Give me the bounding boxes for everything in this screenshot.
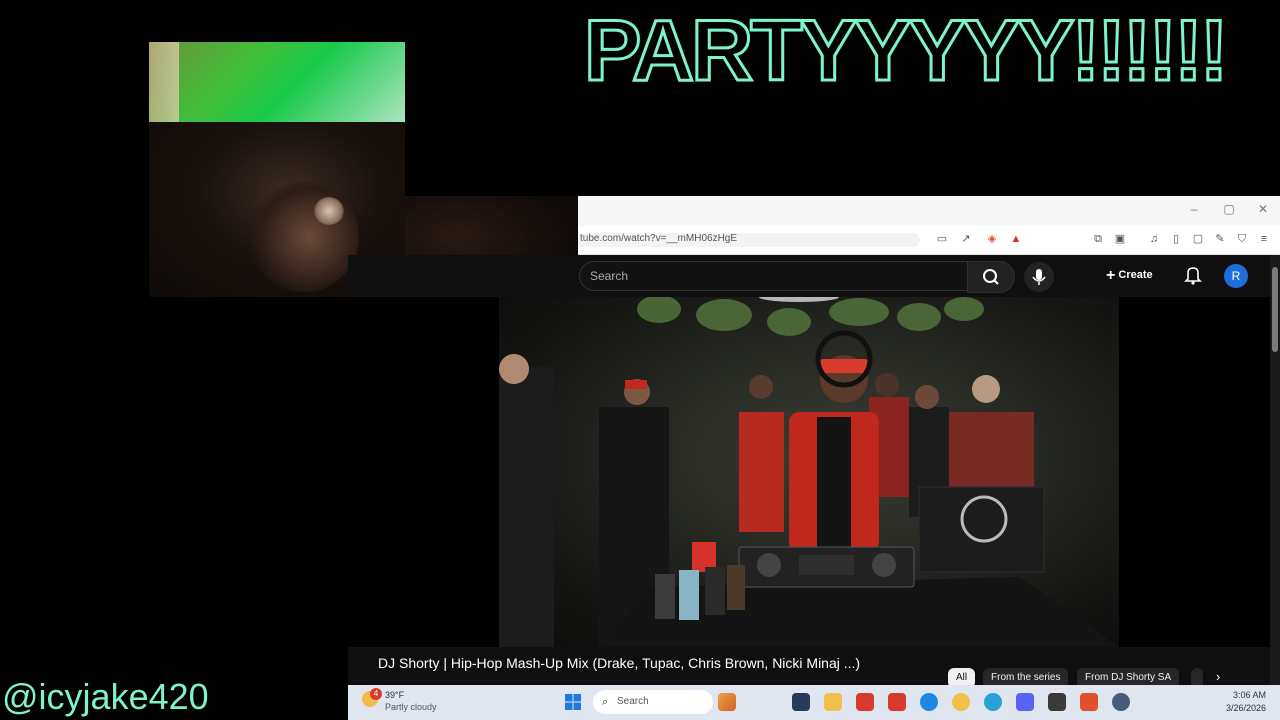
edge-icon[interactable] <box>920 693 938 711</box>
music-icon[interactable]: ♫ <box>1148 233 1160 245</box>
settings-icon[interactable] <box>1112 693 1130 711</box>
weather-badge: 4 <box>370 688 382 700</box>
youtube-header: Search + Create R <box>348 255 1280 297</box>
telegram-icon[interactable] <box>984 693 1002 711</box>
address-bar: tube.com/watch?v=__mMH06zHgE ▭ ↗ ◈ ▲ ⧉ ▣… <box>578 226 1280 255</box>
menu-icon[interactable]: ≡ <box>1258 233 1270 245</box>
bell-icon <box>1184 267 1202 285</box>
video-frame[interactable] <box>499 297 1119 647</box>
minimize-button[interactable]: – <box>1184 202 1204 216</box>
weather-description: Partly cloudy <box>385 702 437 712</box>
brave-icon[interactable] <box>1080 693 1098 711</box>
can <box>727 565 745 610</box>
chrome-icon[interactable] <box>952 693 970 711</box>
webcam-light-blob <box>314 197 344 225</box>
streamer-handle: @icyjake420 <box>2 676 209 717</box>
notifications-button[interactable] <box>1184 265 1202 285</box>
ceiling-lamp <box>759 297 839 302</box>
share-icon[interactable]: ↗ <box>960 233 972 245</box>
overlay-title: PARTYYYYY!!!!!! <box>582 2 1229 99</box>
search-button[interactable] <box>967 261 1015 293</box>
brave-shield-icon[interactable]: ◈ <box>986 233 998 245</box>
search-icon <box>983 269 999 285</box>
dj <box>789 330 879 552</box>
sidebar-icon[interactable]: ▯ <box>1170 233 1182 245</box>
app-icon[interactable] <box>1048 693 1066 711</box>
taskbar: 4 39°F Partly cloudy Search ⌕ 3:06 AM 3/… <box>348 685 1280 720</box>
extensions-icon[interactable]: ⧉ <box>1092 233 1104 245</box>
clock-time[interactable]: 3:06 AM <box>1233 690 1266 700</box>
plus-icon: + <box>1106 267 1116 284</box>
task-view-icon[interactable] <box>792 693 810 711</box>
account-avatar[interactable]: R <box>1224 264 1248 288</box>
reader-icon[interactable]: ▣ <box>1114 233 1126 245</box>
app-l-icon[interactable] <box>856 693 874 711</box>
taskbar-search[interactable]: Search <box>593 690 713 714</box>
file-explorer-icon[interactable] <box>824 693 842 711</box>
microphone-icon <box>1032 269 1046 285</box>
start-button[interactable] <box>564 693 582 711</box>
maximize-button[interactable]: ▢ <box>1219 202 1239 216</box>
brave-rewards-icon[interactable]: ▲ <box>1010 233 1022 245</box>
cast-icon[interactable]: ▭ <box>936 233 948 245</box>
copilot-icon[interactable] <box>718 693 736 711</box>
clock-date[interactable]: 3/26/2026 <box>1226 703 1266 713</box>
create-label: Create <box>1118 269 1153 281</box>
create-button[interactable]: + Create <box>1106 263 1164 287</box>
chevron-right-icon[interactable]: › <box>1216 669 1220 684</box>
webcam-person <box>249 182 359 292</box>
search-placeholder: Search <box>617 696 649 707</box>
can <box>679 570 699 620</box>
webcam-window-frame <box>149 42 179 132</box>
vpn-icon[interactable]: ⛉ <box>1236 233 1248 245</box>
browser-titlebar: – ▢ ✕ <box>578 196 1280 226</box>
hanging-plants <box>637 297 984 336</box>
booth-sign <box>918 486 1045 573</box>
video-title: DJ Shorty | Hip-Hop Mash-Up Mix (Drake, … <box>378 655 861 671</box>
edit-icon[interactable]: ✎ <box>1214 233 1226 245</box>
url-field[interactable]: tube.com/watch?v=__mMH06zHgE <box>578 233 920 247</box>
dj-scene <box>499 297 1119 647</box>
search-input[interactable]: Search <box>579 261 979 291</box>
youtube-page: Search + Create R DJ Shorty | Hip-Hop Ma… <box>348 255 1280 688</box>
can <box>655 574 675 619</box>
tabs-icon[interactable]: ▢ <box>1192 233 1204 245</box>
webcam-background-screen <box>149 42 405 132</box>
windows-icon <box>565 694 581 710</box>
weather-temperature: 39°F <box>385 690 405 700</box>
search-icon: ⌕ <box>602 696 609 708</box>
page-scrollbar[interactable] <box>1270 255 1280 685</box>
app-l2-icon[interactable] <box>888 693 906 711</box>
discord-icon[interactable] <box>1016 693 1034 711</box>
voice-search-button[interactable] <box>1024 262 1054 292</box>
video-player[interactable] <box>348 297 1270 647</box>
can <box>705 567 725 615</box>
scrollbar-thumb[interactable] <box>1272 267 1278 352</box>
close-button[interactable]: ✕ <box>1253 202 1273 216</box>
